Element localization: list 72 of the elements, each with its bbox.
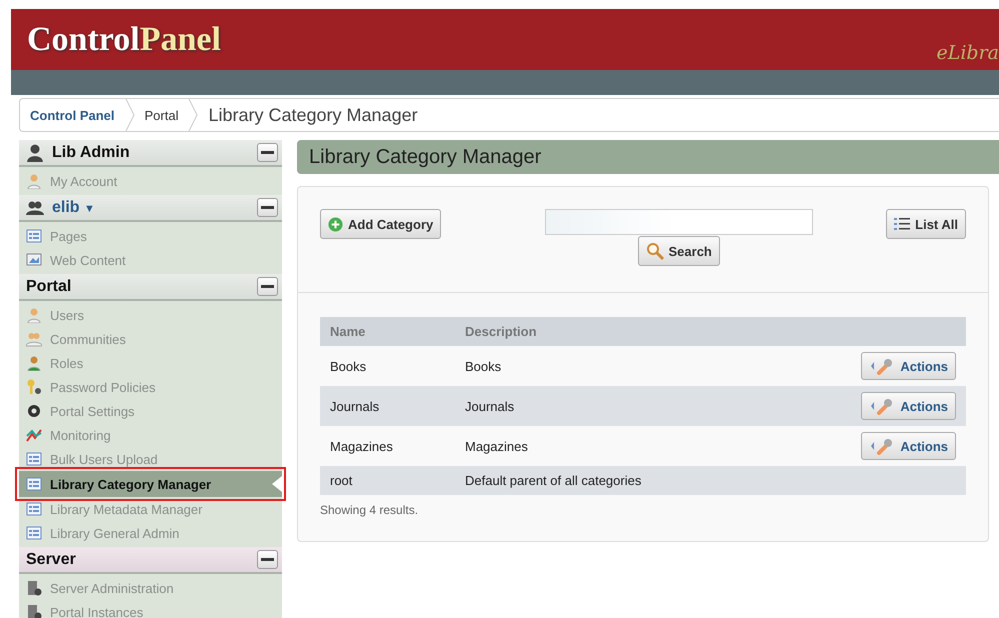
key-icon (26, 379, 42, 395)
person-icon (26, 173, 42, 189)
collapse-button[interactable] (257, 277, 278, 296)
result-count: Showing 4 results. (320, 503, 420, 517)
page-title: Library Category Manager (309, 146, 542, 168)
person-icon (26, 144, 44, 162)
sidebar-item[interactable]: Roles (19, 351, 282, 375)
sidebar-item[interactable]: Library Category Manager (19, 471, 282, 497)
minus-icon (261, 558, 274, 561)
sidebar-item[interactable]: Web Content (19, 248, 282, 272)
current-location-text: Library Category Manager (207, 104, 419, 126)
breadcrumb-link[interactable]: Portal (134, 108, 188, 122)
form-icon (26, 476, 42, 492)
table-cell: Journals (455, 386, 778, 426)
section-title: Portal (26, 278, 72, 296)
logo-text: ControlPanel (27, 20, 221, 58)
sidebar-item[interactable]: Users (19, 303, 282, 327)
server-icon (26, 580, 42, 596)
search-button[interactable]: Search (638, 236, 720, 266)
form-icon (26, 451, 42, 467)
people-icon (26, 331, 42, 347)
column-header: Description (455, 317, 778, 346)
table-cell: Magazines (320, 426, 455, 466)
table-cell: root (320, 466, 455, 495)
gear-icon (26, 403, 42, 419)
minus-icon (261, 285, 274, 288)
sidebar-item[interactable]: Communities (19, 327, 282, 351)
section-title: Lib Admin (52, 144, 131, 162)
person-icon (26, 355, 42, 371)
plus-icon (328, 216, 343, 232)
table-cell: Books (455, 346, 778, 386)
column-header: Name (320, 317, 455, 346)
list-all-button[interactable]: List All (886, 209, 966, 239)
table-cell: Magazines (455, 426, 778, 466)
actions-button[interactable]: Actions (861, 392, 956, 420)
collapse-button[interactable] (257, 550, 278, 569)
sidebar-item[interactable]: Library Metadata Manager (19, 497, 282, 521)
people-icon (26, 200, 44, 216)
add-category-button[interactable]: Add Category (320, 209, 442, 239)
pointer-notch (272, 476, 282, 492)
sidebar-item[interactable]: Library General Admin (19, 521, 282, 545)
person-icon (26, 307, 42, 323)
minus-icon (261, 151, 274, 154)
breadcrumb-link[interactable]: Control Panel (20, 108, 125, 122)
form-icon (26, 525, 42, 541)
server-icon (26, 604, 42, 618)
list-icon (894, 217, 910, 231)
search-field[interactable] (544, 209, 813, 235)
form-icon (26, 228, 42, 244)
sidebar-item[interactable]: My Account (19, 169, 282, 193)
actions-button[interactable]: Actions (861, 352, 956, 380)
line-chart-icon (26, 427, 42, 443)
sidebar-item[interactable]: Bulk Users Upload (19, 447, 282, 471)
brand-text: eLibra (936, 42, 999, 64)
sidebar-item[interactable]: Monitoring (19, 423, 282, 447)
minus-icon (261, 206, 274, 209)
collapse-button[interactable] (257, 143, 278, 162)
sidebar-item[interactable]: Password Policies (19, 375, 282, 399)
sidebar-item[interactable]: Portal Settings (19, 399, 282, 423)
table-cell: Default parent of all categories (455, 466, 778, 495)
sidebar-item[interactable]: Pages (19, 224, 282, 248)
form-icon (26, 501, 42, 517)
picture-icon (26, 252, 42, 268)
table-cell: Books (320, 346, 455, 386)
table-cell: Journals (320, 386, 455, 426)
search-icon (646, 242, 664, 260)
section-title: Server (26, 550, 77, 568)
section-title[interactable]: elib ▼ (52, 198, 249, 216)
sidebar-item[interactable]: Server Administration (19, 576, 282, 600)
sidebar-item[interactable]: Portal Instances (19, 600, 282, 618)
collapse-button[interactable] (257, 198, 278, 217)
actions-button[interactable]: Actions (861, 432, 956, 460)
